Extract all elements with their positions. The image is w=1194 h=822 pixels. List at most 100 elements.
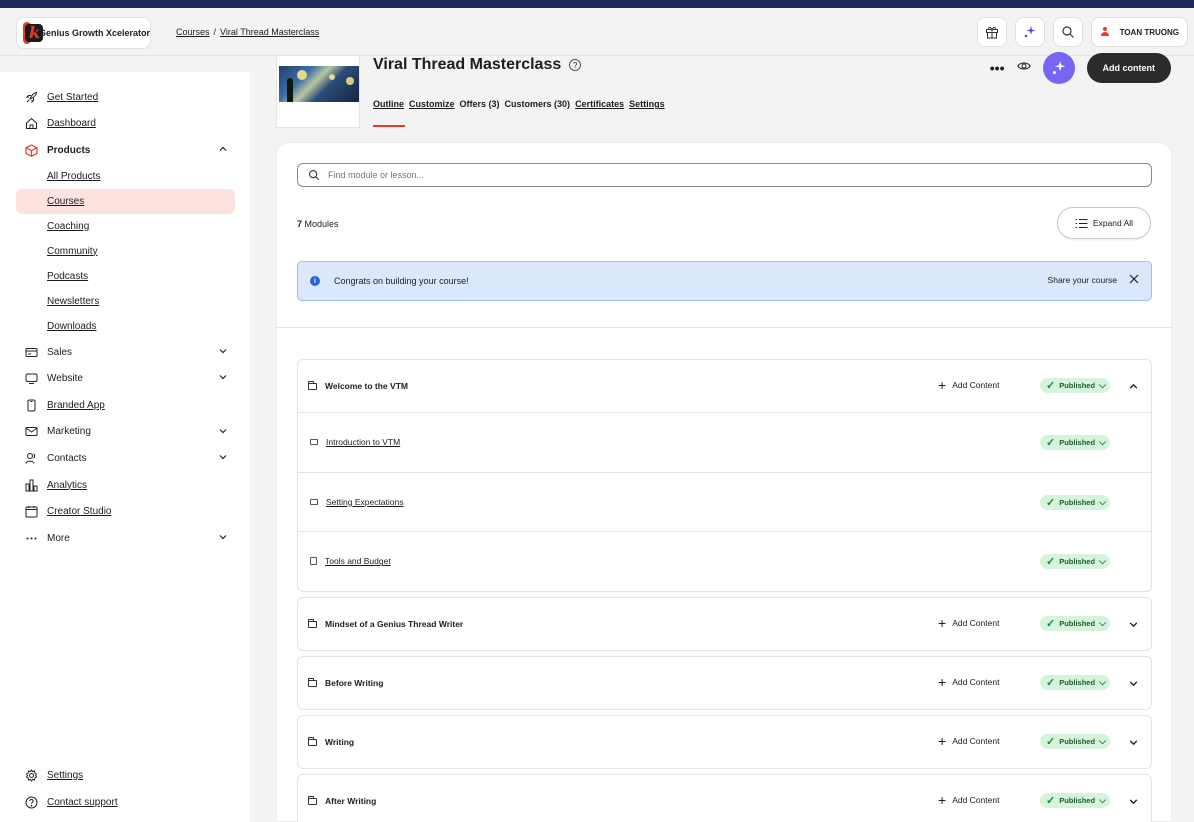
lesson-row[interactable]: Introduction to VTM ✓ Published ⌵ (298, 412, 1151, 472)
sidebar-item-more[interactable]: More (16, 525, 235, 552)
status-badge[interactable]: ✓ Published ⌵ (1040, 554, 1110, 569)
monitor-icon (24, 372, 38, 386)
sidebar-item-label: More (47, 532, 70, 544)
congrats-banner: i Congrats on building your course! Shar… (297, 261, 1152, 301)
sparkle-icon (1052, 61, 1065, 75)
document-icon (310, 557, 317, 566)
status-badge[interactable]: ✓ Published ⌵ (1040, 435, 1110, 450)
ai-assistant-button[interactable] (1042, 52, 1075, 84)
breadcrumb-separator: / (213, 27, 217, 37)
lesson-title[interactable]: Introduction to VTM (326, 437, 400, 447)
lesson-title[interactable]: Tools and Budget (325, 556, 391, 566)
sidebar-item-label: Analytics (47, 479, 88, 491)
sidebar-item-sales[interactable]: Sales (16, 339, 235, 366)
breadcrumb-current-link[interactable]: Viral Thread Masterclass (220, 27, 319, 37)
sidebar-subitem-all-products[interactable]: All Products (16, 164, 235, 189)
status-badge[interactable]: ✓ Published ⌵ (1040, 793, 1110, 808)
help-icon[interactable]: ? (569, 59, 582, 71)
module-header[interactable]: Writing + Add Content ✓ Published ⌵ (298, 716, 1151, 768)
chevron-up-icon[interactable] (1128, 379, 1139, 397)
lesson-row[interactable]: Tools and Budget ✓ Published ⌵ (298, 531, 1151, 591)
sidebar-item-label: Products (47, 144, 91, 156)
brand-switcher[interactable]: k Genius Growth Xcelerator (16, 17, 151, 49)
status-badge[interactable]: ✓ Published ⌵ (1040, 734, 1110, 749)
module-header[interactable]: Welcome to the VTM + Add Content ✓ Publish… (298, 360, 1151, 412)
module-header[interactable]: Mindset of a Genius Thread Writer + Add C… (298, 598, 1151, 650)
modules-count: 7 Modules (297, 219, 339, 229)
add-content-link[interactable]: + Add Content (938, 378, 999, 392)
sidebar-item-website[interactable]: Website (16, 365, 235, 392)
sidebar-item-marketing[interactable]: Marketing (16, 419, 235, 446)
chevron-down-icon[interactable] (1128, 676, 1139, 694)
user-icon (1100, 27, 1110, 37)
module-header[interactable]: After Writing + Add Content ✓ Published ⌵ (298, 775, 1151, 822)
module-card: Writing + Add Content ✓ Published ⌵ (297, 715, 1152, 769)
sidebar-item-label: Website (47, 373, 83, 385)
check-icon: ✓ (1046, 677, 1056, 689)
status-badge[interactable]: ✓ Published ⌵ (1040, 616, 1110, 631)
sidebar-subitem-community[interactable]: Community (16, 239, 235, 264)
sidebar-item-products[interactable]: Products (16, 137, 235, 164)
sidebar-subitem-downloads[interactable]: Downloads (16, 314, 235, 339)
tab-outline[interactable]: Outline (373, 99, 404, 109)
tab-settings[interactable]: Settings (629, 99, 665, 109)
status-badge[interactable]: ✓ Published ⌵ (1040, 494, 1110, 510)
add-content-link[interactable]: + Add Content (938, 616, 999, 630)
chevron-down-icon: ⌵ (1099, 677, 1106, 687)
chevron-down-icon[interactable] (1128, 617, 1139, 635)
lesson-title[interactable]: Setting Expectations (326, 497, 404, 507)
search-input[interactable] (328, 170, 928, 180)
tab-customize[interactable]: Customize (409, 99, 455, 109)
module-header[interactable]: Before Writing + Add Content ✓ Published ⌵ (298, 657, 1151, 709)
tab-offers[interactable]: Offers (3) (460, 99, 500, 109)
module-search[interactable] (297, 163, 1152, 187)
plus-icon: + (938, 615, 947, 631)
sidebar-item-creator-studio[interactable]: Creator Studio (16, 498, 235, 525)
status-label: Published (1059, 678, 1096, 687)
chevron-up-icon (218, 144, 228, 157)
sidebar-subitem-coaching[interactable]: Coaching (16, 214, 235, 239)
sidebar-item-contact-support[interactable]: Contact support (16, 789, 235, 816)
gift-button[interactable] (976, 17, 1007, 47)
chevron-down-icon: ⌵ (1099, 795, 1106, 805)
status-badge[interactable]: ✓ Published ⌵ (1040, 675, 1110, 690)
chevron-down-icon[interactable] (1128, 735, 1139, 753)
sidebar-item-analytics[interactable]: Analytics (16, 472, 235, 499)
add-content-link[interactable]: + Add Content (938, 675, 999, 689)
sidebar-item-label: Creator Studio (47, 506, 112, 518)
module-title: Writing (325, 737, 355, 747)
sidebar: Get Started Dashboard Products All Produ… (0, 72, 250, 822)
close-icon[interactable] (1129, 274, 1139, 286)
banner-actions: Share your course (1048, 274, 1139, 286)
share-course-link[interactable]: Share your course (1048, 275, 1117, 285)
status-label: Published (1059, 438, 1096, 447)
sidebar-subitem-courses[interactable]: Courses (16, 188, 235, 214)
search-button[interactable] (1052, 17, 1083, 47)
sidebar-subitem-newsletters[interactable]: Newsletters (16, 289, 235, 314)
sidebar-item-branded-app[interactable]: Branded App (16, 392, 235, 419)
course-thumbnail[interactable] (276, 56, 360, 128)
tab-certificates[interactable]: Certificates (575, 99, 624, 109)
more-options-icon[interactable]: ••• (990, 60, 1005, 76)
expand-all-button[interactable]: Expand All (1057, 207, 1151, 239)
add-content-link[interactable]: + Add Content (938, 793, 999, 807)
sidebar-subitem-podcasts[interactable]: Podcasts (16, 264, 235, 289)
credit-card-icon (24, 345, 38, 359)
course-actions: ••• Add content (990, 52, 1171, 84)
sidebar-item-contacts[interactable]: Contacts (16, 445, 235, 472)
sidebar-item-dashboard[interactable]: Dashboard (16, 111, 235, 138)
sidebar-item-settings[interactable]: Settings (16, 762, 235, 789)
status-badge[interactable]: ✓ Published ⌵ (1040, 378, 1110, 393)
lesson-row[interactable]: Setting Expectations ✓ Published ⌵ (298, 471, 1151, 532)
user-menu-button[interactable]: TOAN TRUONG (1090, 17, 1188, 47)
sidebar-item-get-started[interactable]: Get Started (16, 84, 235, 111)
chevron-down-icon: ⌵ (1099, 437, 1106, 447)
ai-sparkle-button[interactable] (1014, 17, 1045, 47)
add-content-link[interactable]: + Add Content (938, 734, 999, 748)
breadcrumb-courses-link[interactable]: Courses (176, 27, 210, 37)
add-content-button[interactable]: Add content (1086, 53, 1171, 83)
help-circle-icon (24, 796, 38, 810)
preview-eye-icon[interactable] (1016, 59, 1031, 78)
tab-customers[interactable]: Customers (30) (505, 99, 571, 109)
chevron-down-icon[interactable] (1128, 794, 1139, 812)
